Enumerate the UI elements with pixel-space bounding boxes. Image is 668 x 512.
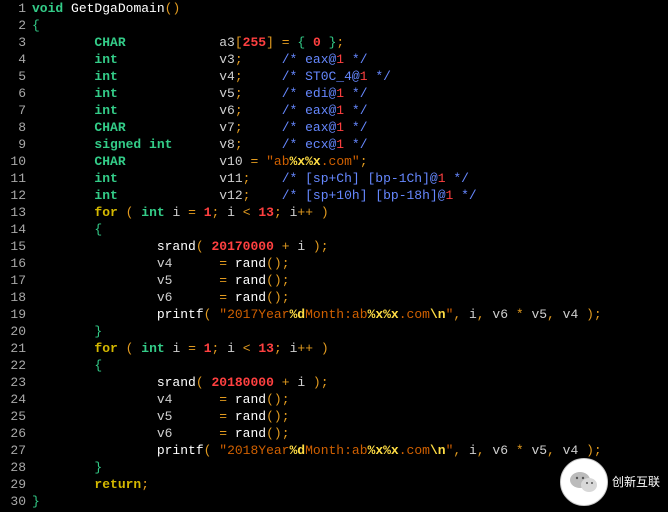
code-line: 26 v6 = rand();: [0, 425, 668, 442]
code-content: }: [32, 323, 102, 340]
code-line: 7 int v6; /* eax@1 */: [0, 102, 668, 119]
code-line: 5 int v4; /* ST0C_4@1 */: [0, 68, 668, 85]
code-content: }: [32, 493, 40, 510]
code-content: {: [32, 357, 102, 374]
code-line: 14 {: [0, 221, 668, 238]
line-number: 25: [0, 408, 32, 425]
code-line: 4 int v3; /* eax@1 */: [0, 51, 668, 68]
line-number: 22: [0, 357, 32, 374]
line-number: 27: [0, 442, 32, 459]
code-content: printf( "2018Year%dMonth:ab%x%x.com\n", …: [32, 442, 602, 459]
code-line: 18 v6 = rand();: [0, 289, 668, 306]
line-number: 21: [0, 340, 32, 357]
line-number: 19: [0, 306, 32, 323]
code-content: srand( 20180000 + i );: [32, 374, 329, 391]
line-number: 4: [0, 51, 32, 68]
line-number: 17: [0, 272, 32, 289]
code-line: 3 CHAR a3[255] = { 0 };: [0, 34, 668, 51]
code-content: int v5; /* edi@1 */: [32, 85, 368, 102]
code-line: 16 v4 = rand();: [0, 255, 668, 272]
code-content: v4 = rand();: [32, 255, 290, 272]
code-content: return;: [32, 476, 149, 493]
code-line: 15 srand( 20170000 + i );: [0, 238, 668, 255]
code-content: int v12; /* [sp+10h] [bp-18h]@1 */: [32, 187, 477, 204]
code-content: int v3; /* eax@1 */: [32, 51, 368, 68]
code-line: 10 CHAR v10 = "ab%x%x.com";: [0, 153, 668, 170]
code-line: 22 {: [0, 357, 668, 374]
code-content: CHAR v7; /* eax@1 */: [32, 119, 368, 136]
watermark-text: 创新互联: [612, 474, 660, 491]
code-line: 23 srand( 20180000 + i );: [0, 374, 668, 391]
code-line: 11 int v11; /* [sp+Ch] [bp-1Ch]@1 */: [0, 170, 668, 187]
line-number: 30: [0, 493, 32, 510]
code-line: 8 CHAR v7; /* eax@1 */: [0, 119, 668, 136]
line-number: 9: [0, 136, 32, 153]
line-number: 2: [0, 17, 32, 34]
line-number: 6: [0, 85, 32, 102]
code-content: v6 = rand();: [32, 425, 290, 442]
code-content: CHAR a3[255] = { 0 };: [32, 34, 344, 51]
line-number: 5: [0, 68, 32, 85]
code-line: 27 printf( "2018Year%dMonth:ab%x%x.com\n…: [0, 442, 668, 459]
code-content: for ( int i = 1; i < 13; i++ ): [32, 204, 329, 221]
line-number: 26: [0, 425, 32, 442]
wechat-icon: [560, 458, 608, 506]
line-number: 1: [0, 0, 32, 17]
code-line: 21 for ( int i = 1; i < 13; i++ ): [0, 340, 668, 357]
code-line: 17 v5 = rand();: [0, 272, 668, 289]
code-content: int v11; /* [sp+Ch] [bp-1Ch]@1 */: [32, 170, 469, 187]
line-number: 23: [0, 374, 32, 391]
line-number: 7: [0, 102, 32, 119]
line-number: 3: [0, 34, 32, 51]
code-content: {: [32, 17, 40, 34]
code-line: 19 printf( "2017Year%dMonth:ab%x%x.com\n…: [0, 306, 668, 323]
code-line: 25 v5 = rand();: [0, 408, 668, 425]
code-line: 24 v4 = rand();: [0, 391, 668, 408]
line-number: 11: [0, 170, 32, 187]
line-number: 10: [0, 153, 32, 170]
code-content: for ( int i = 1; i < 13; i++ ): [32, 340, 329, 357]
line-number: 13: [0, 204, 32, 221]
line-number: 8: [0, 119, 32, 136]
watermark: 创新互联: [560, 458, 660, 506]
code-content: v4 = rand();: [32, 391, 290, 408]
code-content: int v6; /* eax@1 */: [32, 102, 368, 119]
code-content: {: [32, 221, 102, 238]
code-line: 13 for ( int i = 1; i < 13; i++ ): [0, 204, 668, 221]
code-editor: 1void GetDgaDomain()2{3 CHAR a3[255] = {…: [0, 0, 668, 510]
code-line: 6 int v5; /* edi@1 */: [0, 85, 668, 102]
code-line: 9 signed int v8; /* ecx@1 */: [0, 136, 668, 153]
code-line: 2{: [0, 17, 668, 34]
code-content: void GetDgaDomain(): [32, 0, 180, 17]
line-number: 14: [0, 221, 32, 238]
code-line: 1void GetDgaDomain(): [0, 0, 668, 17]
code-content: srand( 20170000 + i );: [32, 238, 329, 255]
code-content: v5 = rand();: [32, 408, 290, 425]
watermark-brand: 创新互联: [612, 475, 660, 489]
code-content: }: [32, 459, 102, 476]
line-number: 12: [0, 187, 32, 204]
line-number: 28: [0, 459, 32, 476]
line-number: 15: [0, 238, 32, 255]
code-content: int v4; /* ST0C_4@1 */: [32, 68, 391, 85]
code-content: signed int v8; /* ecx@1 */: [32, 136, 368, 153]
code-line: 20 }: [0, 323, 668, 340]
code-content: v5 = rand();: [32, 272, 290, 289]
line-number: 16: [0, 255, 32, 272]
line-number: 20: [0, 323, 32, 340]
code-content: printf( "2017Year%dMonth:ab%x%x.com\n", …: [32, 306, 602, 323]
code-content: CHAR v10 = "ab%x%x.com";: [32, 153, 368, 170]
code-line: 12 int v12; /* [sp+10h] [bp-18h]@1 */: [0, 187, 668, 204]
line-number: 29: [0, 476, 32, 493]
line-number: 18: [0, 289, 32, 306]
code-content: v6 = rand();: [32, 289, 290, 306]
line-number: 24: [0, 391, 32, 408]
